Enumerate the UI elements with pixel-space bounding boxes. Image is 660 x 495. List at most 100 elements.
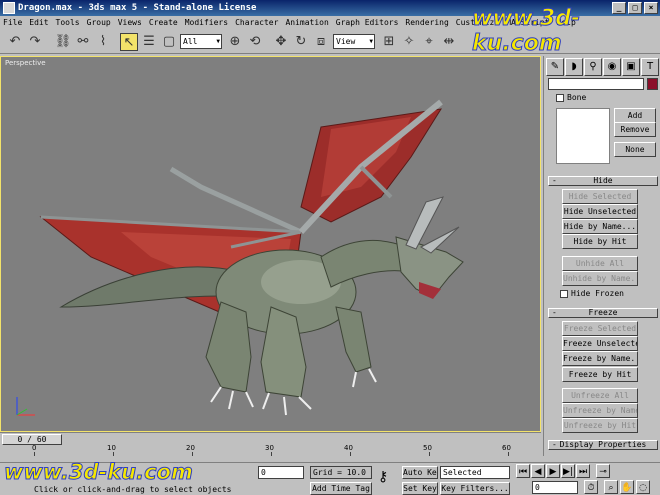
tick-label: 30 <box>265 444 274 452</box>
tick-label: 60 <box>502 444 511 452</box>
perspective-viewport[interactable]: Perspective <box>0 56 541 432</box>
menu-graph-editors[interactable]: Graph Editors <box>336 16 399 30</box>
select-and-rotate-icon[interactable]: ⟲ <box>246 33 264 51</box>
object-color-swatch[interactable] <box>647 78 658 90</box>
bone-checkbox[interactable] <box>556 93 564 102</box>
tick-label: 40 <box>344 444 353 452</box>
modify-tab-icon[interactable]: ◗ <box>565 58 583 76</box>
hide-frozen-label: Hide Frozen <box>571 289 624 298</box>
unfreeze-all-button[interactable]: Unfreeze All <box>562 388 638 403</box>
freeze-selected-button[interactable]: Freeze Selected <box>562 321 638 336</box>
tick-mark <box>508 452 509 456</box>
pan-icon[interactable]: ✋ <box>620 480 634 494</box>
unfreeze-by-name-button[interactable]: Unfreeze by Name... <box>562 403 638 418</box>
menu-group[interactable]: Group <box>87 16 111 30</box>
coordinate-field[interactable]: 0 <box>258 466 304 479</box>
previous-frame-icon[interactable]: ◀ <box>531 464 545 478</box>
tick-label: 20 <box>186 444 195 452</box>
select-object-icon[interactable]: ↖ <box>120 33 138 51</box>
go-to-start-icon[interactable]: ⏮ <box>516 464 530 478</box>
pivot-center-icon[interactable]: ⊞ <box>380 33 398 51</box>
mirror-icon[interactable]: ⇹ <box>440 33 458 51</box>
link-icon[interactable]: ⛓ <box>54 33 72 51</box>
selection-region-icon[interactable]: ▢ <box>160 33 178 51</box>
none-button[interactable]: None <box>614 142 656 157</box>
grid-readout: Grid = 10.0 <box>310 466 372 479</box>
time-configuration-icon[interactable]: ⏱ <box>584 480 598 494</box>
select-and-move-icon[interactable]: ⊕ <box>226 33 244 51</box>
freeze-by-name-button[interactable]: Freeze by Name... <box>562 351 638 366</box>
menu-rendering[interactable]: Rendering <box>405 16 448 30</box>
object-name-field[interactable] <box>548 78 644 90</box>
select-and-rotate-alt-icon[interactable]: ↻ <box>292 33 310 51</box>
unhide-by-name-button[interactable]: Unhide by Name... <box>562 271 638 286</box>
menu-create[interactable]: Create <box>149 16 178 30</box>
hide-rollout[interactable]: - Hide <box>548 176 658 186</box>
play-icon[interactable]: ▶ <box>546 464 560 478</box>
key-mode-toggle-icon[interactable]: ⊸ <box>596 464 610 478</box>
freeze-by-hit-button[interactable]: Freeze by Hit <box>562 367 638 382</box>
window-title: Dragon.max - 3ds max 5 - Stand-alone Lic… <box>18 3 257 13</box>
snap-toggle-icon[interactable]: ⌖ <box>420 33 438 51</box>
key-filters-button[interactable]: Key Filters... <box>440 482 510 495</box>
bone-label: Bone <box>567 93 587 102</box>
tick-mark <box>429 452 430 456</box>
add-button[interactable]: Add <box>614 108 656 123</box>
tick-label: 50 <box>423 444 432 452</box>
key-mode-dropdown[interactable]: Selected <box>440 466 510 479</box>
remove-button[interactable]: Remove <box>614 122 656 137</box>
arc-rotate-icon[interactable]: ◌ <box>636 480 650 494</box>
zoom-icon[interactable]: ⌕ <box>604 480 618 494</box>
utilities-tab-icon[interactable]: T <box>641 58 659 76</box>
hide-selected-button[interactable]: Hide Selected <box>562 189 638 204</box>
menu-animation[interactable]: Animation <box>285 16 328 30</box>
hide-rollout-toggle: - <box>552 176 557 185</box>
freeze-rollout[interactable]: - Freeze <box>548 308 658 318</box>
watermark-bottom: www.3d-ku.com <box>4 460 194 485</box>
set-key-button[interactable]: Set Key <box>402 482 438 495</box>
hide-by-name-button[interactable]: Hide by Name... <box>562 219 638 234</box>
auto-key-button[interactable]: Auto Key <box>402 466 438 479</box>
menu-modifiers[interactable]: Modifiers <box>185 16 228 30</box>
redo-icon[interactable]: ↷ <box>26 33 44 51</box>
freeze-unselected-button[interactable]: Freeze Unselected <box>562 336 638 351</box>
go-to-end-icon[interactable]: ⏭ <box>576 464 590 478</box>
unlink-icon[interactable]: ⚯ <box>74 33 92 51</box>
display-tab-icon[interactable]: ▣ <box>622 58 640 76</box>
hide-by-hit-button[interactable]: Hide by Hit <box>562 234 638 249</box>
undo-icon[interactable]: ↶ <box>6 33 24 51</box>
watermark-top: www.3d-ku.com <box>472 6 581 57</box>
reference-coordinate-dropdown[interactable]: View <box>333 34 375 49</box>
menu-views[interactable]: Views <box>118 16 142 30</box>
tick-mark <box>271 452 272 456</box>
prompt-line: Click or click-and-drag to select object… <box>34 485 232 494</box>
unhide-all-button[interactable]: Unhide All <box>562 256 638 271</box>
menu-file[interactable]: File <box>3 16 22 30</box>
add-time-tag-button[interactable]: Add Time Tag <box>310 482 372 495</box>
selection-filter-dropdown[interactable]: All <box>180 34 222 49</box>
bone-list[interactable] <box>556 108 610 164</box>
display-properties-rollout[interactable]: - Display Properties <box>548 440 658 450</box>
current-frame-field[interactable]: 0 <box>532 481 578 494</box>
motion-tab-icon[interactable]: ◉ <box>603 58 621 76</box>
hide-frozen-checkbox[interactable] <box>560 289 568 298</box>
hierarchy-tab-icon[interactable]: ⚲ <box>584 58 602 76</box>
create-tab-icon[interactable]: ✎ <box>546 58 564 76</box>
select-by-name-icon[interactable]: ☰ <box>140 33 158 51</box>
menu-character[interactable]: Character <box>235 16 278 30</box>
next-frame-icon[interactable]: ▶| <box>561 464 575 478</box>
freeze-rollout-toggle: - <box>552 308 557 317</box>
select-and-move-alt-icon[interactable]: ✥ <box>272 33 290 51</box>
select-and-scale-icon[interactable]: ⧈ <box>312 33 330 51</box>
tick-label: 0 <box>32 444 37 452</box>
menu-tools[interactable]: Tools <box>56 16 80 30</box>
tick-mark <box>113 452 114 456</box>
bind-space-warp-icon[interactable]: ⌇ <box>94 33 112 51</box>
hide-unselected-button[interactable]: Hide Unselected <box>562 204 638 219</box>
hide-rollout-title: Hide <box>593 176 613 185</box>
bone-checkbox-row[interactable]: Bone <box>556 93 586 102</box>
unfreeze-by-hit-button[interactable]: Unfreeze by Hit <box>562 418 638 433</box>
hide-frozen-row[interactable]: Hide Frozen <box>560 289 624 298</box>
menu-edit[interactable]: Edit <box>29 16 48 30</box>
select-and-manipulate-icon[interactable]: ✧ <box>400 33 418 51</box>
